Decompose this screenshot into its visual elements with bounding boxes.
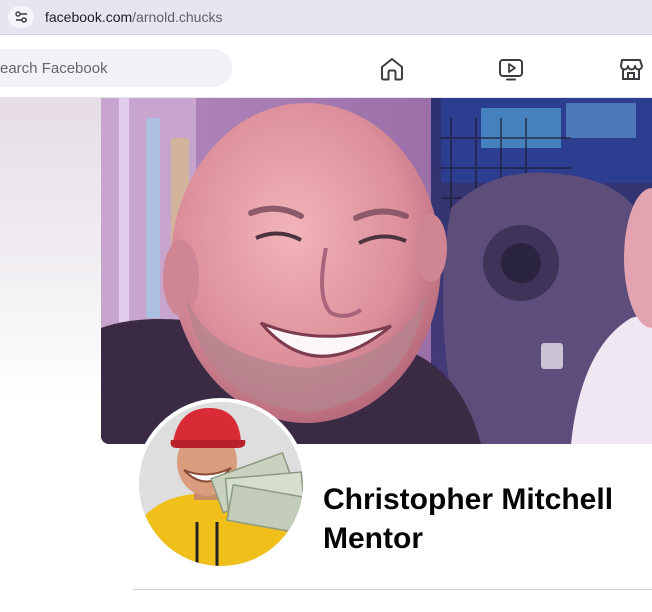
url-path: /arnold.chucks	[132, 9, 223, 25]
marketplace-icon[interactable]	[617, 55, 645, 83]
search-input[interactable]: earch Facebook	[0, 49, 232, 87]
site-info-icon[interactable]	[8, 6, 34, 28]
search-placeholder: earch Facebook	[0, 60, 108, 77]
browser-url-bar[interactable]: facebook.com/arnold.chucks	[0, 0, 652, 35]
profile-picture[interactable]	[139, 402, 303, 566]
profile-name-line-1: Christopher Mitchell	[323, 483, 614, 516]
section-divider	[133, 589, 652, 590]
profile-name-line-2: Mentor	[323, 522, 423, 555]
video-icon[interactable]	[497, 55, 525, 83]
facebook-top-nav: earch Facebook	[0, 35, 652, 98]
profile-name: Christopher Mitchell Mentor	[323, 480, 643, 558]
cover-photo[interactable]	[101, 98, 652, 444]
side-background	[0, 98, 101, 398]
url-domain: facebook.com	[45, 9, 133, 25]
url-text[interactable]: facebook.com/arnold.chucks	[45, 9, 222, 25]
home-icon[interactable]	[378, 55, 406, 83]
